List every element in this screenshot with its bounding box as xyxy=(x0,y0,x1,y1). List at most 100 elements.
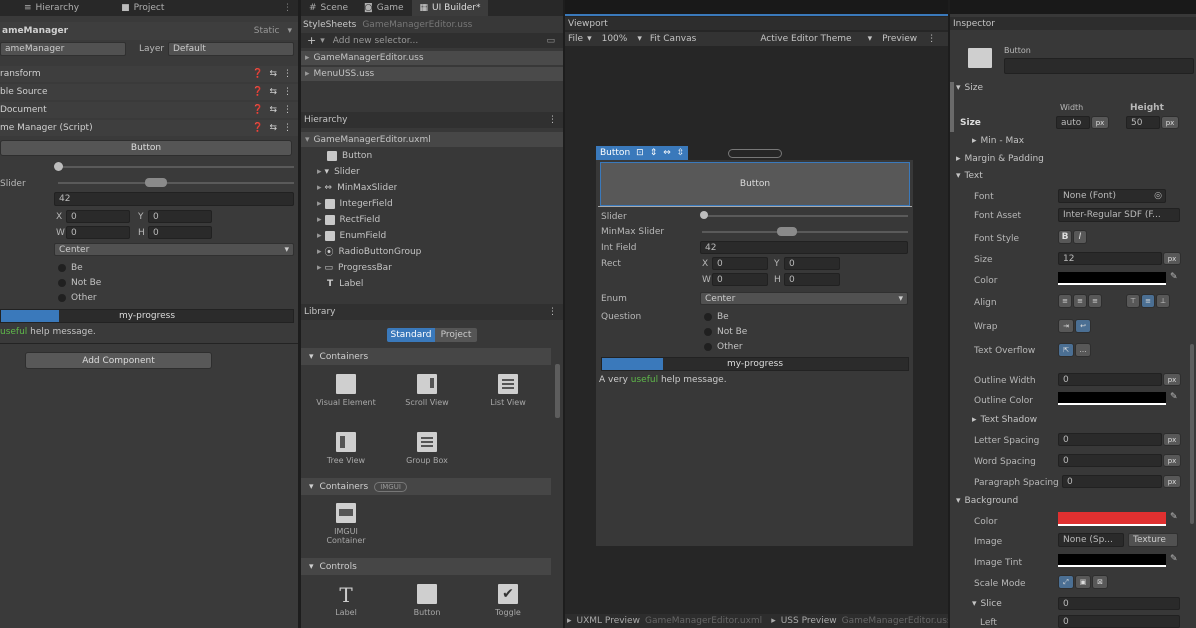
selection-icon[interactable]: ⊡ xyxy=(636,148,644,158)
canvas-rect-h-field[interactable]: 0 xyxy=(784,273,840,286)
minmax-track[interactable] xyxy=(58,182,294,184)
width-field[interactable]: auto xyxy=(1056,116,1090,129)
library-item-label[interactable]: T Label xyxy=(316,584,376,617)
settings-icon[interactable]: ⇆ xyxy=(269,69,277,79)
more-icon[interactable]: ⋮ xyxy=(283,105,292,115)
library-item-button[interactable]: Button xyxy=(397,584,457,617)
preview-toggle[interactable]: Preview xyxy=(882,34,917,44)
wrap-on-button[interactable]: ↩ xyxy=(1075,319,1091,333)
file-menu[interactable]: File xyxy=(568,34,583,44)
add-selector-input[interactable]: Add new selector... xyxy=(333,36,418,46)
paragraph-spacing-field[interactable]: 0 xyxy=(1062,475,1162,488)
library-item-toggle[interactable]: ✔ Toggle xyxy=(478,584,538,617)
component-transform[interactable]: ransform ❓ ⇆ ⋮ xyxy=(0,66,298,82)
component-ui-document[interactable]: Document ❓ ⇆ ⋮ xyxy=(0,102,298,118)
scale-mode-stretch[interactable]: ⤢ xyxy=(1058,575,1074,589)
slice-field[interactable]: 0 xyxy=(1058,597,1180,610)
right-scrollbar[interactable] xyxy=(1190,344,1194,524)
minmax-foldout[interactable]: ▸ Min - Max xyxy=(972,135,1024,147)
canvas-rect-w-field[interactable]: 0 xyxy=(712,273,768,286)
font-field[interactable]: None (Font) ◎ xyxy=(1058,189,1166,203)
library-item-list-view[interactable]: List View xyxy=(478,374,538,407)
library-item-tree-view[interactable]: Tree View xyxy=(316,432,376,465)
image-type-dropdown[interactable]: Texture xyxy=(1128,533,1178,547)
fit-canvas-button[interactable]: Fit Canvas xyxy=(650,34,696,44)
help-icon[interactable]: ❓ xyxy=(252,123,263,133)
overflow-ellipsis-button[interactable]: … xyxy=(1075,343,1091,357)
size-section-header[interactable]: ▾ Size xyxy=(956,82,983,94)
rect-h-field[interactable]: 0 xyxy=(148,226,212,239)
close-icon[interactable]: ▭ xyxy=(546,36,555,46)
rect-x-field[interactable]: 0 xyxy=(66,210,130,223)
add-icon[interactable]: + xyxy=(307,34,316,47)
chevron-down-icon[interactable]: ▾ xyxy=(587,34,592,44)
canvas-int-field[interactable]: 42 xyxy=(700,241,908,254)
bold-toggle[interactable]: B xyxy=(1058,230,1072,244)
settings-icon[interactable]: ⇆ xyxy=(269,105,277,115)
outline-width-field[interactable]: 0 xyxy=(1058,373,1162,386)
radio-other[interactable]: Other xyxy=(58,292,97,303)
top-slider-track[interactable] xyxy=(58,166,294,168)
more-icon[interactable]: ⋮ xyxy=(283,69,292,79)
library-tab-standard[interactable]: Standard xyxy=(387,328,435,342)
theme-dropdown[interactable]: Active Editor Theme xyxy=(760,34,851,44)
stylesheet-item[interactable]: ▸ MenuUSS.uss xyxy=(301,67,563,81)
outline-width-unit[interactable]: px xyxy=(1163,373,1181,386)
tab-game[interactable]: ◙ Game xyxy=(356,0,412,16)
hierarchy-item-slider[interactable]: ▸ ▾ Slider xyxy=(317,164,360,179)
background-section-header[interactable]: ▾ Background xyxy=(956,495,1018,507)
hierarchy-root[interactable]: ▾ GameManagerEditor.uxml xyxy=(301,132,563,147)
hierarchy-item-rectfield[interactable]: ▸ RectField xyxy=(317,212,380,227)
preview-button[interactable]: Button xyxy=(0,140,292,156)
canvas-radio-be[interactable]: Be xyxy=(704,311,729,322)
canvas-radio-not-be[interactable]: Not Be xyxy=(704,326,747,337)
library-item-visual-element[interactable]: Visual Element xyxy=(316,374,376,407)
eyedropper-icon[interactable]: ✎ xyxy=(1170,554,1178,564)
image-tint-swatch[interactable] xyxy=(1058,554,1166,567)
hierarchy-item-radiobuttongroup[interactable]: ▸ ⦿ RadioButtonGroup xyxy=(317,244,421,259)
align-middle-button[interactable]: ≡ xyxy=(1141,294,1155,308)
slice-foldout[interactable]: ▾ Slice xyxy=(972,598,1002,610)
top-slider-thumb[interactable] xyxy=(54,162,63,171)
selection-icon[interactable]: ⇕ xyxy=(650,148,658,158)
minmax-thumb[interactable] xyxy=(145,178,167,187)
height-field[interactable]: 50 xyxy=(1126,116,1160,129)
library-item-group-box[interactable]: Group Box xyxy=(397,432,457,465)
selection-icon[interactable]: ⇳ xyxy=(677,148,685,158)
tab-project[interactable]: ■ Project xyxy=(113,0,172,16)
selection-icon[interactable]: ⇔ xyxy=(663,148,671,158)
rect-y-field[interactable]: 0 xyxy=(148,210,212,223)
hierarchy-item-progressbar[interactable]: ▸ ▭ ProgressBar xyxy=(317,260,392,275)
element-name-field[interactable] xyxy=(1004,58,1194,74)
italic-toggle[interactable]: I xyxy=(1073,230,1087,244)
eyedropper-icon[interactable]: ✎ xyxy=(1170,392,1178,402)
help-icon[interactable]: ❓ xyxy=(252,69,263,79)
canvas-minmax-track[interactable] xyxy=(702,231,908,233)
align-left-button[interactable]: ≡ xyxy=(1058,294,1072,308)
canvas-minmax-thumb[interactable] xyxy=(777,227,797,236)
chevron-down-icon[interactable]: ▾ xyxy=(868,34,873,44)
text-section-header[interactable]: ▾ Text xyxy=(956,170,983,182)
align-center-button[interactable]: ≡ xyxy=(1073,294,1087,308)
library-tab-project[interactable]: Project xyxy=(435,328,477,342)
more-icon[interactable]: ⋮ xyxy=(283,123,292,133)
section-controls[interactable]: ▾ Controls xyxy=(301,558,551,575)
text-shadow-foldout[interactable]: ▸ Text Shadow xyxy=(972,414,1037,426)
font-asset-field[interactable]: Inter-Regular SDF (F... xyxy=(1058,208,1180,222)
rect-w-field[interactable]: 0 xyxy=(66,226,130,239)
help-icon[interactable]: ❓ xyxy=(252,87,263,97)
zoom-dropdown[interactable]: 100% xyxy=(602,34,628,44)
text-size-field[interactable]: 12 xyxy=(1058,252,1162,265)
outline-color-swatch[interactable] xyxy=(1058,392,1166,405)
margin-section-header[interactable]: ▸ Margin & Padding xyxy=(956,153,1044,165)
canvas-slider-track[interactable] xyxy=(702,215,908,217)
library-item-imgui-container[interactable]: IMGUI Container xyxy=(316,503,376,545)
left-slice-field[interactable]: 0 xyxy=(1058,615,1180,628)
component-game-manager[interactable]: me Manager (Script) ❓ ⇆ ⋮ xyxy=(0,120,298,136)
word-spacing-unit[interactable]: px xyxy=(1163,454,1181,467)
align-bottom-button[interactable]: ⊥ xyxy=(1156,294,1170,308)
bg-color-swatch[interactable] xyxy=(1058,512,1166,526)
static-label[interactable]: Static xyxy=(254,26,280,36)
settings-icon[interactable]: ⇆ xyxy=(269,123,277,133)
uss-preview-tab[interactable]: USS Preview xyxy=(781,616,837,626)
